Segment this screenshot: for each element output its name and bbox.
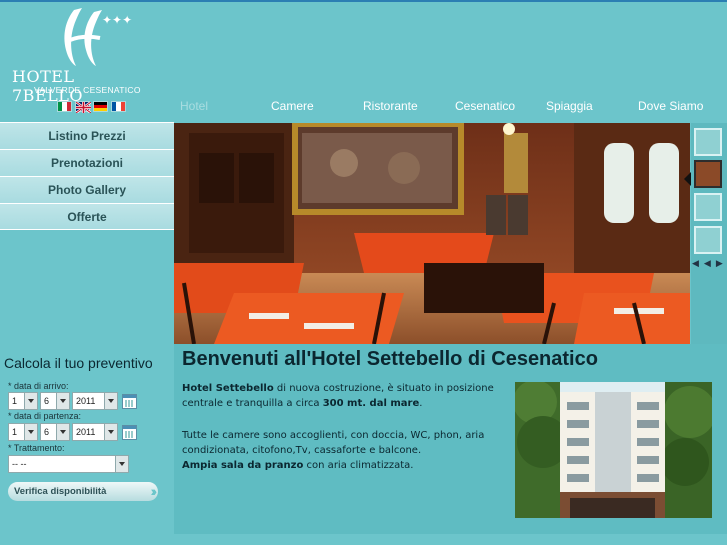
gallery-thumbnails xyxy=(684,123,727,344)
nav-camere[interactable]: Camere xyxy=(271,99,314,113)
nav-hotel[interactable]: Hotel xyxy=(180,99,208,113)
french-flag-icon[interactable] xyxy=(111,101,126,112)
arrival-label: * data di arrivo: xyxy=(8,381,69,391)
departure-day-select[interactable]: 1 xyxy=(8,423,38,441)
chevron-down-icon xyxy=(115,456,128,472)
footer-bar xyxy=(0,534,727,545)
departure-calendar-icon[interactable] xyxy=(122,425,137,440)
italian-flag-icon[interactable] xyxy=(57,101,72,112)
menu-prenotazioni[interactable]: Prenotazioni xyxy=(0,149,174,176)
departure-month-value: 6 xyxy=(44,427,50,437)
top-line xyxy=(0,0,727,2)
thumbnail-3[interactable] xyxy=(694,193,722,221)
departure-year-value: 2011 xyxy=(76,427,96,437)
dining-desc-text: con aria climatizzata. xyxy=(303,460,414,471)
gallery-next-icon[interactable]: ▶▶ xyxy=(716,259,727,269)
hotel-building-photo xyxy=(515,382,712,518)
arrival-year-select[interactable]: 2011 xyxy=(72,392,118,410)
arrival-month-select[interactable]: 6 xyxy=(40,392,70,410)
intro-end-text: . xyxy=(419,398,423,409)
arrival-day-value: 1 xyxy=(12,396,18,406)
treatment-value: -- -- xyxy=(12,459,27,469)
page-title: Benvenuti all'Hotel Settebello di Cesena… xyxy=(182,348,598,370)
chevron-down-icon xyxy=(104,424,117,440)
chevron-down-icon xyxy=(56,393,69,409)
departure-year-select[interactable]: 2011 xyxy=(72,423,118,441)
menu-photo-gallery[interactable]: Photo Gallery xyxy=(0,176,174,203)
thumbnail-1[interactable] xyxy=(694,128,722,156)
menu-offerte[interactable]: Offerte xyxy=(0,203,174,230)
arrival-month-value: 6 xyxy=(44,396,50,406)
nav-cesenatico[interactable]: Cesenatico xyxy=(455,99,515,113)
top-navigation: Hotel Camere Ristorante Cesenatico Spiag… xyxy=(170,99,727,117)
gallery-prev-icon[interactable]: ◀◀ xyxy=(692,259,716,269)
logo-subtitle: VALVERDE CESENATICO xyxy=(34,85,141,95)
nav-spiaggia[interactable]: Spiaggia xyxy=(546,99,593,113)
double-chevron-right-icon: ›› xyxy=(150,483,158,499)
verify-availability-button[interactable]: Verifica disponibilità ›› xyxy=(8,482,158,501)
chevron-down-icon xyxy=(24,424,37,440)
restaurant-photo xyxy=(174,123,690,344)
logo-h-icon: ✦✦✦ xyxy=(64,8,132,66)
hotel-name-text: Hotel Settebello xyxy=(182,383,274,394)
verify-availability-label: Verifica disponibilità xyxy=(14,486,107,497)
departure-month-select[interactable]: 6 xyxy=(40,423,70,441)
language-selector xyxy=(57,101,126,113)
quote-form: Calcola il tuo preventivo * data di arri… xyxy=(0,344,174,534)
dining-paragraph: Ampia sala da pranzo con aria climatizza… xyxy=(182,458,502,473)
thumbnail-2-selected[interactable] xyxy=(694,160,722,188)
nav-dove-siamo[interactable]: Dove Siamo xyxy=(638,99,703,113)
svg-text:✦✦✦: ✦✦✦ xyxy=(102,13,132,27)
rooms-paragraph: Tutte le camere sono accoglienti, con do… xyxy=(182,430,485,456)
german-flag-icon[interactable] xyxy=(93,101,108,112)
distance-text: 300 mt. dal mare xyxy=(322,398,420,409)
gallery-nav: ◀◀▶▶ xyxy=(692,259,727,269)
chevron-down-icon xyxy=(56,424,69,440)
departure-day-value: 1 xyxy=(12,427,18,437)
arrival-year-value: 2011 xyxy=(76,396,96,406)
hotel-logo[interactable]: ✦✦✦ HOTEL 7BELLO VALVERDE CESENATICO xyxy=(6,4,151,105)
arrival-calendar-icon[interactable] xyxy=(122,394,137,409)
treatment-label: * Trattamento: xyxy=(8,443,65,453)
departure-label: * data di partenza: xyxy=(8,411,82,421)
main-content: Benvenuti all'Hotel Settebello di Cesena… xyxy=(174,344,727,534)
chevron-down-icon xyxy=(24,393,37,409)
selected-thumb-pointer-icon xyxy=(684,172,691,186)
intro-paragraph: Hotel Settebello di nuova costruzione, è… xyxy=(182,381,502,411)
chevron-down-icon xyxy=(104,393,117,409)
thumbnail-4[interactable] xyxy=(694,226,722,254)
dining-room-text: Ampia sala da pranzo xyxy=(182,460,304,471)
english-flag-icon[interactable] xyxy=(75,101,91,113)
treatment-select[interactable]: -- -- xyxy=(8,455,129,473)
side-menu: Listino Prezzi Prenotazioni Photo Galler… xyxy=(0,122,174,230)
menu-listino-prezzi[interactable]: Listino Prezzi xyxy=(0,122,174,149)
nav-ristorante[interactable]: Ristorante xyxy=(363,99,418,113)
arrival-day-select[interactable]: 1 xyxy=(8,392,38,410)
quote-title: Calcola il tuo preventivo xyxy=(4,355,153,371)
